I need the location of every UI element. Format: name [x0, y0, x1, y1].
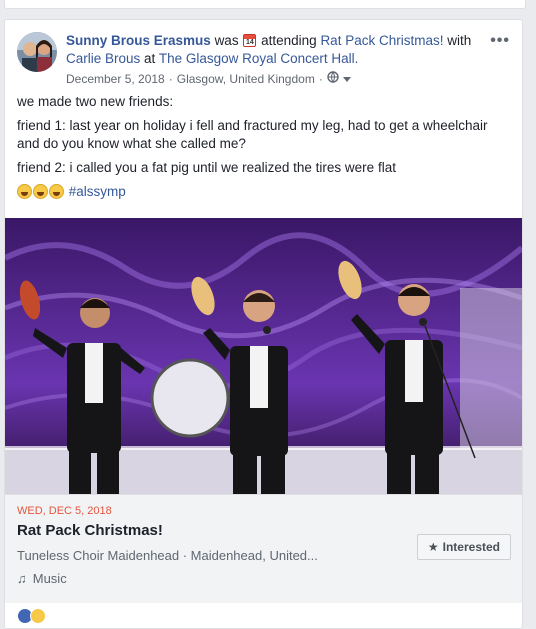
globe-icon[interactable]	[327, 71, 339, 86]
audience-dropdown-icon[interactable]	[342, 72, 351, 86]
laughing-emoji-icon	[17, 184, 32, 199]
event-title[interactable]: Rat Pack Christmas!	[17, 522, 163, 539]
hashtag-link[interactable]: #alssymp	[69, 184, 126, 199]
avatar[interactable]	[17, 32, 57, 72]
event-category-label: Music	[32, 571, 67, 586]
post-place[interactable]: Glasgow, United Kingdom	[177, 72, 315, 86]
interested-button[interactable]: ★ Interested	[416, 534, 511, 560]
at-text: at	[144, 51, 156, 66]
event-details[interactable]: WED, DEC 5, 2018 Rat Pack Christmas! Tun…	[5, 494, 522, 603]
post-meta: December 5, 2018 · Glasgow, United Kingd…	[66, 71, 351, 86]
post-body: we made two new friends: friend 1: last …	[17, 93, 510, 201]
tagged-person-link[interactable]: Carlie Brous	[66, 51, 140, 66]
post-line-1: we made two new friends:	[17, 94, 174, 109]
was-text: was	[214, 33, 239, 48]
post-date[interactable]: December 5, 2018	[66, 72, 165, 86]
event-date: WED, DEC 5, 2018	[17, 505, 112, 517]
post-card: Sunny Brous Erasmus was 14 attending Rat…	[4, 19, 523, 629]
post-line-3: friend 2: i called you a fat pig until w…	[17, 160, 396, 175]
event-link[interactable]: Rat Pack Christmas!	[320, 33, 443, 48]
music-note-icon: ♫	[17, 571, 27, 586]
haha-reaction-icon	[30, 608, 46, 624]
event-category: ♫ Music	[17, 571, 67, 586]
reaction-bar[interactable]	[17, 608, 46, 624]
meta-separator: ·	[168, 71, 173, 86]
post-line-2: friend 1: last year on holiday i fell an…	[17, 118, 488, 151]
interested-label: Interested	[442, 540, 500, 554]
location-link[interactable]: The Glasgow Royal Concert Hall.	[159, 51, 359, 66]
author-link[interactable]: Sunny Brous Erasmus	[66, 33, 211, 48]
event-cover-photo[interactable]	[5, 218, 522, 494]
laughing-emoji-icon	[49, 184, 64, 199]
laughing-emoji-icon	[33, 184, 48, 199]
post-header-text: Sunny Brous Erasmus was 14 attending Rat…	[66, 32, 482, 68]
star-icon: ★	[427, 540, 439, 554]
post-header: Sunny Brous Erasmus was 14 attending Rat…	[17, 32, 510, 88]
previous-post-card	[4, 0, 526, 9]
with-text: with	[447, 33, 472, 48]
activity-text: attending	[261, 33, 317, 48]
more-dots-icon[interactable]: •••	[490, 32, 510, 50]
calendar-icon: 14	[243, 34, 257, 47]
event-location[interactable]: Tuneless Choir Maidenhead · Maidenhead, …	[17, 548, 318, 563]
